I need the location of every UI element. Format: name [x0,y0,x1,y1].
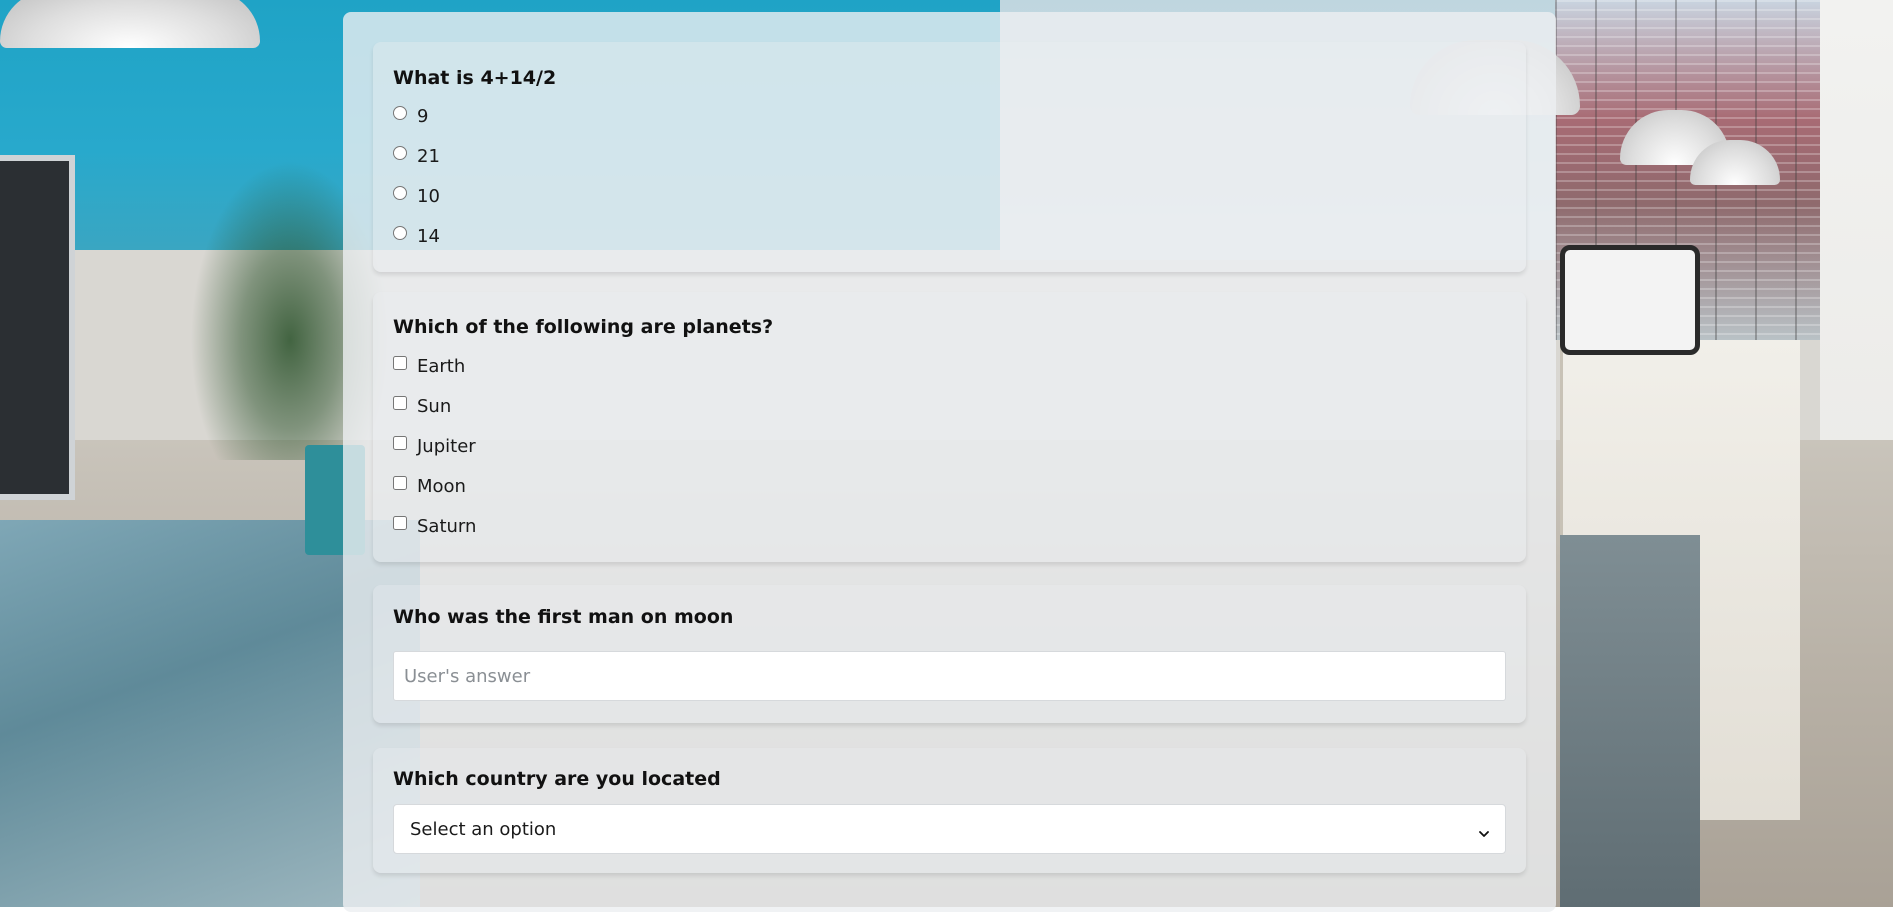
chevron-down-icon [1479,824,1489,837]
background-lamp [0,0,260,48]
checkbox-option[interactable]: Sun [393,393,451,419]
checkbox[interactable] [393,356,407,370]
answer-input[interactable] [393,651,1506,701]
radio-button[interactable] [393,146,407,160]
radio-option[interactable]: 21 [393,143,440,169]
question-title: Which of the following are planets? [393,316,774,338]
country-select[interactable]: Select an option [393,804,1506,854]
radio-option[interactable]: 14 [393,223,440,249]
checkbox[interactable] [393,476,407,490]
checkbox-option[interactable]: Saturn [393,513,476,539]
question-card-planets: Which of the following are planets? Eart… [373,292,1526,562]
background-desk-right [1560,535,1700,907]
background-monitor [0,155,75,500]
question-card-arithmetic: What is 4+14/2 9 21 10 14 [373,42,1526,272]
checkbox[interactable] [393,396,407,410]
question-card-country: Which country are you located Select an … [373,748,1526,873]
option-label: 21 [417,145,440,167]
option-label: 9 [417,105,429,127]
checkbox-option[interactable]: Moon [393,473,466,499]
radio-button[interactable] [393,106,407,120]
question-title: What is 4+14/2 [393,67,557,89]
question-card-moon: Who was the first man on moon [373,585,1526,723]
radio-button[interactable] [393,186,407,200]
option-label: Sun [417,395,452,417]
question-title: Which country are you located [393,768,721,790]
option-label: Saturn [417,515,477,537]
option-label: 10 [417,185,440,207]
checkbox-option[interactable]: Jupiter [393,433,476,459]
radio-option[interactable]: 10 [393,183,440,209]
checkbox[interactable] [393,516,407,530]
option-label: Moon [417,475,466,497]
question-title: Who was the first man on moon [393,606,734,628]
option-label: 14 [417,225,440,247]
option-label: Jupiter [417,435,476,457]
option-label: Earth [417,355,466,377]
checkbox-option[interactable]: Earth [393,353,465,379]
background-chair [1560,245,1700,355]
checkbox[interactable] [393,436,407,450]
radio-option[interactable]: 9 [393,103,428,129]
radio-button[interactable] [393,226,407,240]
select-value: Select an option [410,818,557,840]
